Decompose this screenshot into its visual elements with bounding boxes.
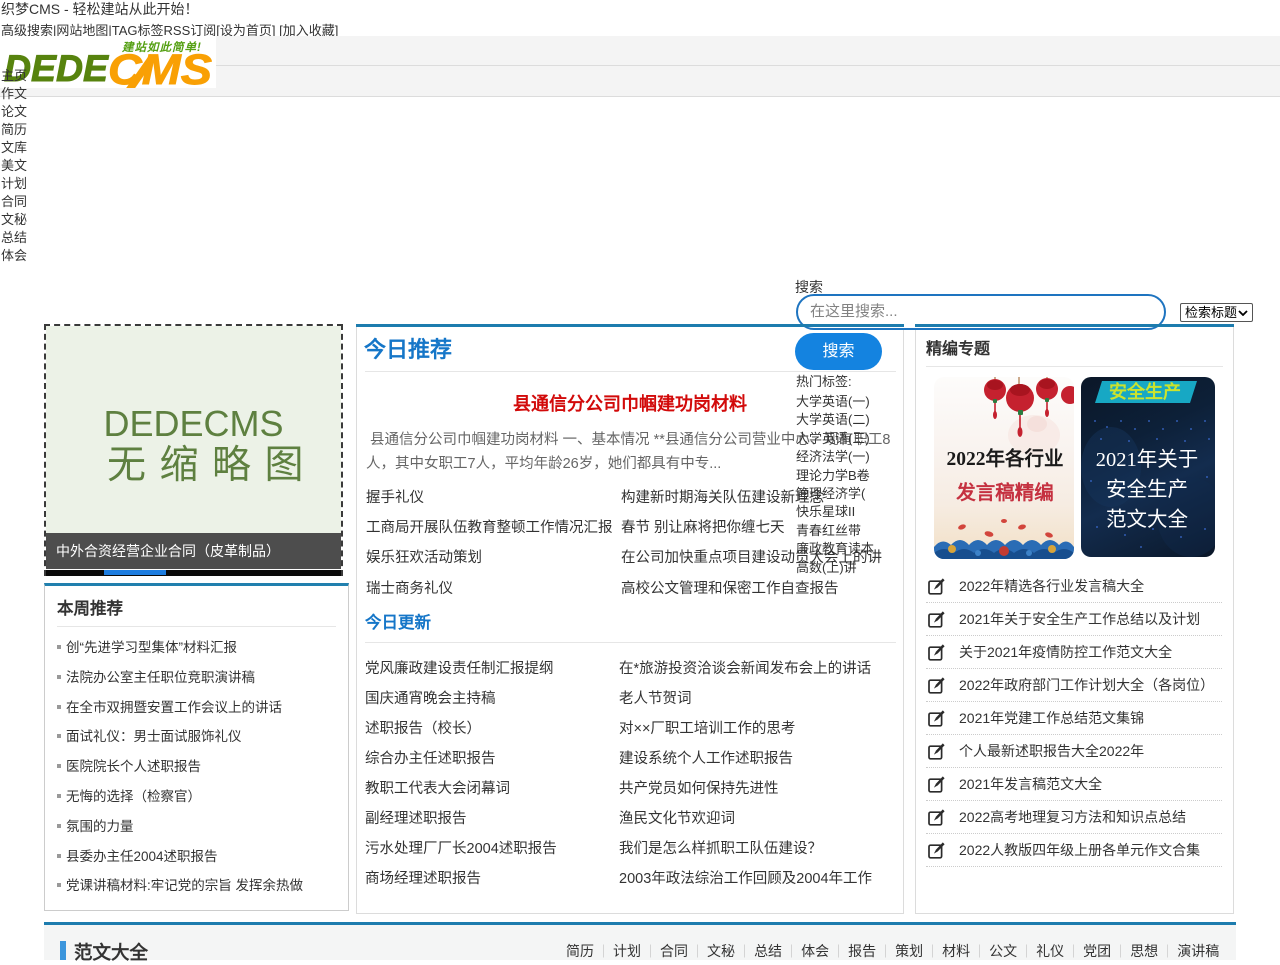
- svg-text:发言稿精编: 发言稿精编: [955, 481, 1054, 504]
- svg-text:安全生产: 安全生产: [1106, 478, 1188, 501]
- svg-text:范文大全: 范文大全: [1106, 508, 1188, 531]
- svg-text:CMS: CMS: [108, 46, 212, 88]
- svg-text:安全生产: 安全生产: [1109, 381, 1181, 402]
- svg-text:2021年关于: 2021年关于: [1096, 448, 1199, 471]
- svg-text:2022年各行业: 2022年各行业: [946, 447, 1063, 470]
